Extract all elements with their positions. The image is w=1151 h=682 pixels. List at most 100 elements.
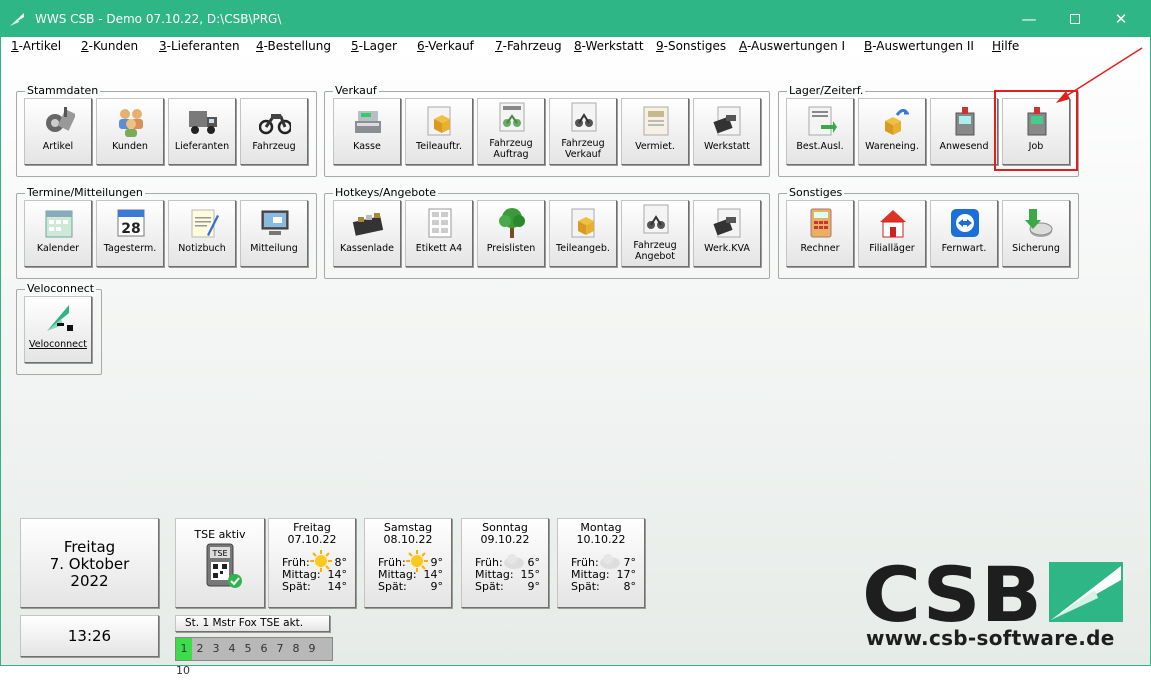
menu-accelerator: 3 (159, 39, 167, 53)
weather-panel: Montag 10.10.22 Früh: 7° Mittag: 17° Spät: 8° (557, 518, 645, 608)
tile-etikett-a4[interactable]: Etikett A4 (405, 200, 473, 267)
tile-vermiet[interactable]: Vermiet. (621, 98, 689, 165)
group-title: Verkauf (333, 84, 379, 98)
group-title: Hotkeys/Angebote (333, 186, 439, 200)
station-segment[interactable]: 4 (224, 638, 240, 660)
order-suggestion-icon (805, 105, 837, 137)
tile-teileauftr[interactable]: Teileauftr. (405, 98, 473, 165)
station-segment[interactable]: 1 (176, 638, 192, 660)
station-segment[interactable]: 10 (176, 660, 190, 682)
menu-item-3[interactable]: 3-Lieferanten (159, 39, 240, 53)
cash-register-icon (352, 105, 384, 137)
tile-preislisten[interactable]: Preislisten (477, 200, 545, 267)
menu-label: -Verkauf (424, 39, 474, 53)
tile-label: Teileauftr. (416, 141, 462, 152)
tile-label: Teileangeb. (556, 243, 610, 254)
tile-fahrzeug-angebot[interactable]: Fahrzeug Angebot (621, 200, 689, 267)
motorcycle-icon (258, 105, 293, 137)
tile-sicherung[interactable]: Sicherung (1002, 200, 1070, 267)
menu-accelerator: 9 (656, 39, 664, 53)
tile-veloconnect[interactable]: Veloconnect (24, 296, 92, 363)
station-segment[interactable]: 9 (304, 638, 320, 660)
tile-label: Artikel (42, 141, 74, 152)
group-title: Veloconnect (25, 282, 97, 296)
tile-label: Kalender (36, 243, 80, 254)
vehicle-quote-icon (640, 203, 672, 235)
tile-kunden[interactable]: Kunden (96, 98, 164, 165)
menu-item-11[interactable]: B-Auswertungen II (864, 39, 974, 53)
tile-best-ausl[interactable]: Best.Ausl. (786, 98, 854, 165)
menu-item-4[interactable]: 4-Bestellung (256, 39, 331, 53)
tile-label: Kunden (112, 141, 148, 152)
tile-kassenlade[interactable]: Kassenlade (333, 200, 401, 267)
label-icon (424, 207, 456, 239)
menu-item-5[interactable]: 5-Lager (351, 39, 397, 53)
tse-device-icon: TSE (206, 543, 242, 588)
maximize-button[interactable] (1052, 0, 1098, 37)
tile-fahrzeug[interactable]: Fahrzeug (240, 98, 308, 165)
tree-icon (496, 207, 528, 239)
menu-item-9[interactable]: 9-Sonstiges (656, 39, 726, 53)
menu-item-1[interactable]: 1-Artikel (11, 39, 61, 53)
menu-bar: 1-Artikel 2-Kunden 3-Lieferanten 4-Bestellu… (0, 37, 1151, 57)
tile-tagesterm[interactable]: 28 Tagesterm. (96, 200, 164, 267)
tile-filialläger[interactable]: Filialläger (858, 200, 926, 267)
weather-panel: Samstag 08.10.22 Früh: 9° Mittag: 14° Spät: 9° (364, 518, 452, 608)
tile-artikel[interactable]: Artikel (24, 98, 92, 165)
tile-teileangeb[interactable]: Teileangeb. (549, 200, 617, 267)
tile-wareneing[interactable]: Wareneing. (858, 98, 926, 165)
spaet-temp: 9° (527, 580, 541, 593)
station-segment[interactable]: 5 (240, 638, 256, 660)
menu-item-10[interactable]: A-Auswertungen I (739, 39, 845, 53)
tile-label: Fernwart. (941, 243, 987, 254)
menu-item-6[interactable]: 6-Verkauf (417, 39, 474, 53)
tile-label: Anwesend (939, 141, 989, 152)
tile-kasse[interactable]: Kasse (333, 98, 401, 165)
time-panel: 13:26 (20, 615, 159, 657)
tile-fahrzeug-verkauf[interactable]: Fahrzeug Verkauf (549, 98, 617, 165)
package-icon (424, 105, 456, 137)
tile-werk-kva[interactable]: Werk.KVA (693, 200, 761, 267)
minimize-button[interactable]: — (1006, 0, 1052, 37)
menu-accelerator: H (992, 39, 1002, 53)
notepad-icon (187, 207, 219, 239)
menu-item-7[interactable]: 7-Fahrzeug (495, 39, 562, 53)
workshop-quote-icon (712, 207, 744, 239)
weather-panel: Freitag 07.10.22 Früh: 8° Mittag: 14° Spät: 14° (268, 518, 356, 608)
tile-notizbuch[interactable]: Notizbuch (168, 200, 236, 267)
maximize-icon (1070, 13, 1080, 24)
tile-lieferanten[interactable]: Lieferanten (168, 98, 236, 165)
menu-label: -Sonstiges (663, 39, 727, 53)
station-segment[interactable]: 6 (256, 638, 272, 660)
backup-icon (1021, 207, 1053, 239)
station-segment[interactable]: 8 (288, 638, 304, 660)
menu-item-12[interactable]: Hilfe (992, 39, 1019, 53)
menu-item-8[interactable]: 8-Werkstatt (574, 39, 644, 53)
tile-label: Preislisten (486, 243, 536, 254)
menu-label: -Auswertungen II (872, 39, 974, 53)
station-segment[interactable]: 2 (192, 638, 208, 660)
menu-item-2[interactable]: 2-Kunden (81, 39, 138, 53)
menu-label: ilfe (1001, 39, 1020, 53)
tile-werkstatt[interactable]: Werkstatt (693, 98, 761, 165)
calendar-icon (43, 207, 75, 239)
cash-drawer-icon (352, 207, 384, 239)
tile-mitteilung[interactable]: Mitteilung (240, 200, 308, 267)
title-bar: WWS CSB - Demo 07.10.22, D:\CSB\PRG\ — ✕ (0, 0, 1151, 37)
menu-accelerator: 2 (81, 39, 89, 53)
tse-panel[interactable]: TSE aktiv TSE (175, 518, 265, 608)
weather-date: 09.10.22 (480, 533, 530, 546)
group-title: Stammdaten (25, 84, 101, 98)
tile-kalender[interactable]: Kalender (24, 200, 92, 267)
station-segment[interactable]: 3 (208, 638, 224, 660)
station-segment[interactable]: 7 (272, 638, 288, 660)
tile-label: Fahrzeug (252, 141, 296, 152)
tile-fahrzeug-auftrag[interactable]: Fahrzeug Auftrag (477, 98, 545, 165)
weather-date: 07.10.22 (287, 533, 337, 546)
tile-anwesend[interactable]: Anwesend (930, 98, 998, 165)
window-title: WWS CSB - Demo 07.10.22, D:\CSB\PRG\ (35, 11, 282, 26)
close-button[interactable]: ✕ (1098, 0, 1144, 37)
tile-rechner[interactable]: Rechner (786, 200, 854, 267)
workshop-icon (712, 105, 744, 137)
tile-fernwart[interactable]: Fernwart. (930, 200, 998, 267)
